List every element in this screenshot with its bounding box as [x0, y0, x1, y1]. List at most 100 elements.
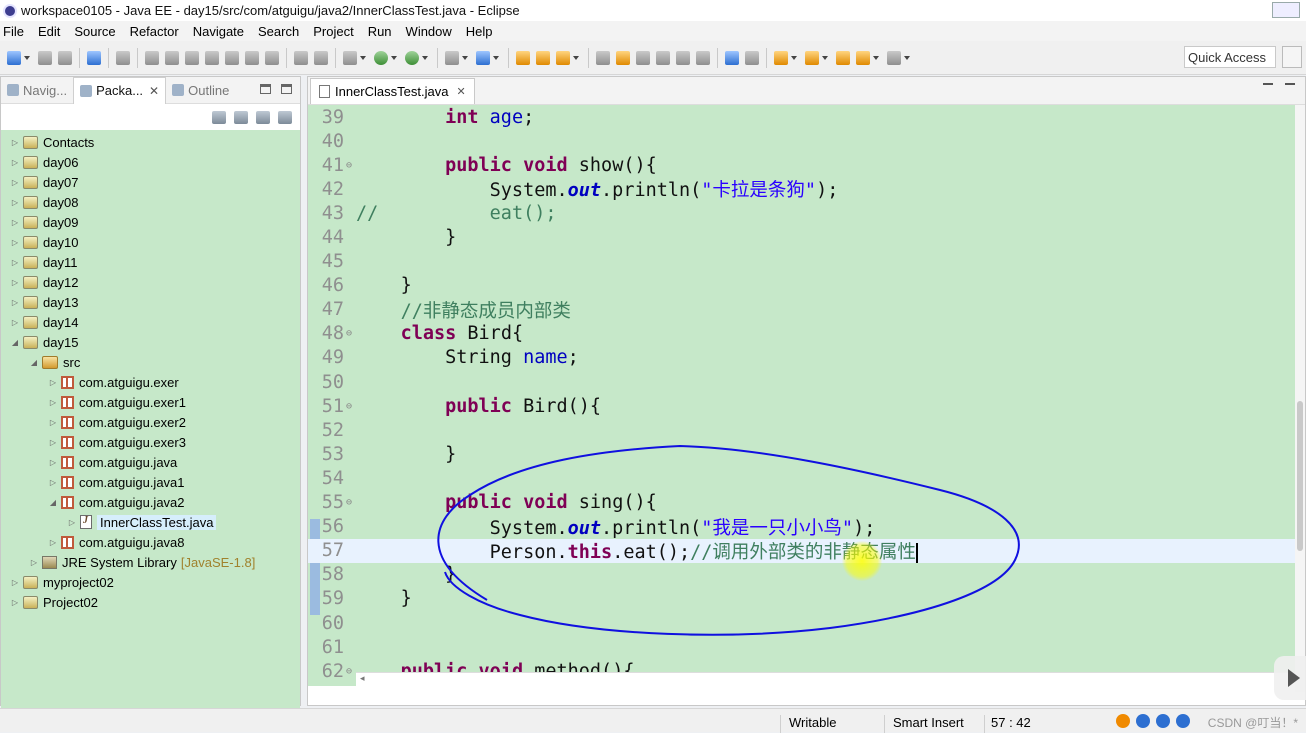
save-icon[interactable]: [38, 50, 52, 65]
expand-icon[interactable]: ▷: [47, 538, 59, 547]
new-dropdown-icon[interactable]: [24, 55, 30, 60]
tree-item-project[interactable]: ▷ day10: [1, 232, 300, 252]
expand-icon[interactable]: ▷: [9, 158, 21, 167]
server-dropdown-icon[interactable]: [462, 55, 468, 60]
back-icon[interactable]: [856, 50, 870, 65]
forward-dropdown-icon[interactable]: [904, 55, 910, 60]
step-over-icon[interactable]: [245, 50, 259, 65]
expand-icon[interactable]: ▷: [9, 238, 21, 247]
scroll-thumb[interactable]: [1297, 401, 1303, 551]
ime-chinese-icon[interactable]: [1136, 714, 1150, 728]
prev-annotation-dropdown-icon[interactable]: [822, 55, 828, 60]
toggle-mark-occurrences-icon[interactable]: [596, 50, 610, 65]
new-class-icon[interactable]: [476, 50, 490, 65]
menu-project[interactable]: Project: [313, 24, 353, 39]
tree-item-package[interactable]: ▷ com.atguigu.java1: [1, 472, 300, 492]
tree-item-project[interactable]: ▷ myproject02: [1, 572, 300, 592]
tree-item-package[interactable]: ▷ com.atguigu.java8: [1, 532, 300, 552]
maximize-icon[interactable]: [1285, 83, 1295, 92]
minimize-icon[interactable]: [1263, 83, 1273, 92]
tree-item-project[interactable]: ▷ day13: [1, 292, 300, 312]
next-annotation-icon[interactable]: [774, 50, 788, 65]
expand-icon[interactable]: ▷: [47, 458, 59, 467]
tree-item-project[interactable]: ▷ day06: [1, 152, 300, 172]
tree-item-src[interactable]: ◢ src: [1, 352, 300, 372]
code-area[interactable]: 39 int age; 40 41 ⊖ public void show(){ 4…: [308, 105, 1305, 686]
prev-annotation-icon[interactable]: [805, 50, 819, 65]
tab-package-explorer[interactable]: Packa... ✕: [73, 76, 167, 104]
menu-run[interactable]: Run: [368, 24, 392, 39]
globe-icon[interactable]: [725, 50, 739, 65]
disconnect-icon[interactable]: [205, 50, 219, 65]
block-selection-icon[interactable]: [656, 50, 670, 65]
terminate-icon[interactable]: [185, 50, 199, 65]
close-icon[interactable]: ✕: [149, 84, 159, 98]
collapse-all-icon[interactable]: [212, 110, 226, 124]
tree-item-package[interactable]: ◢ com.atguigu.java2: [1, 492, 300, 512]
expand-icon[interactable]: ▷: [9, 298, 21, 307]
tab-outline[interactable]: Outline: [166, 77, 235, 104]
menu-source[interactable]: Source: [74, 24, 115, 39]
terminal-icon[interactable]: [87, 50, 101, 65]
tree-item-project-day15[interactable]: ◢ day15: [1, 332, 300, 352]
vertical-scrollbar[interactable]: [1295, 105, 1305, 692]
word-wrap-icon[interactable]: [636, 50, 650, 65]
new-class-dropdown-icon[interactable]: [493, 55, 499, 60]
expand-icon[interactable]: ▷: [9, 578, 21, 587]
expand-icon[interactable]: ▷: [9, 278, 21, 287]
server-icon[interactable]: [445, 50, 459, 65]
debug-dropdown-icon[interactable]: [360, 55, 366, 60]
tree-item-package[interactable]: ▷ com.atguigu.java: [1, 452, 300, 472]
collapse-icon[interactable]: ◢: [28, 358, 40, 367]
tree-item-package[interactable]: ▷ com.atguigu.exer1: [1, 392, 300, 412]
quick-access-input[interactable]: Quick Access: [1184, 46, 1276, 68]
search-icon[interactable]: [556, 50, 570, 65]
tree-item-package[interactable]: ▷ com.atguigu.exer3: [1, 432, 300, 452]
fold-icon[interactable]: ⊖: [346, 666, 356, 677]
status-insert-mode[interactable]: Smart Insert: [893, 715, 964, 730]
step-return-icon[interactable]: [265, 50, 279, 65]
expand-icon[interactable]: ▷: [47, 378, 59, 387]
expand-icon[interactable]: ▷: [47, 398, 59, 407]
ime-logo-icon[interactable]: [1116, 714, 1130, 728]
drop-frame-icon[interactable]: [294, 50, 308, 65]
show-whitespace-icon[interactable]: [676, 50, 690, 65]
link-with-editor-icon[interactable]: [234, 110, 248, 124]
expand-icon[interactable]: ▷: [9, 258, 21, 267]
expand-icon[interactable]: ▷: [47, 438, 59, 447]
forward-icon[interactable]: [887, 50, 901, 65]
fold-icon[interactable]: ⊖: [346, 497, 356, 508]
debug-icon[interactable]: [343, 50, 357, 65]
tree-item-package[interactable]: ▷ com.atguigu.exer: [1, 372, 300, 392]
resume-icon[interactable]: [145, 50, 159, 65]
maximize-icon[interactable]: [281, 84, 292, 94]
tree-item-jre-library[interactable]: ▷ JRE System Library [JavaSE-1.8]: [1, 552, 300, 572]
menu-refactor[interactable]: Refactor: [130, 24, 179, 39]
collapse-icon[interactable]: ◢: [9, 338, 21, 347]
view-menu-icon[interactable]: [278, 110, 292, 124]
expand-icon[interactable]: ▷: [9, 138, 21, 147]
tree-item-project[interactable]: ▷ Contacts: [1, 132, 300, 152]
menu-edit[interactable]: Edit: [38, 24, 60, 39]
toggle-highlight-icon[interactable]: [616, 50, 630, 65]
minimize-icon[interactable]: [260, 84, 271, 94]
external-tools-icon[interactable]: [405, 50, 419, 65]
use-step-filters-icon[interactable]: [314, 50, 328, 65]
menu-search[interactable]: Search: [258, 24, 299, 39]
menu-file[interactable]: File: [3, 24, 24, 39]
run-dropdown-icon[interactable]: [391, 55, 397, 60]
step-into-icon[interactable]: [225, 50, 239, 65]
scroll-left-icon[interactable]: ◂: [360, 673, 365, 684]
save-all-icon[interactable]: [58, 50, 72, 65]
minimize-button[interactable]: [1272, 2, 1300, 18]
tree-item-project[interactable]: ▷ day12: [1, 272, 300, 292]
tree-item-project[interactable]: ▷ day14: [1, 312, 300, 332]
tree-item-project[interactable]: ▷ day07: [1, 172, 300, 192]
search-dropdown-icon[interactable]: [573, 55, 579, 60]
open-perspective-icon[interactable]: [1282, 46, 1302, 68]
expand-icon[interactable]: ▷: [9, 178, 21, 187]
collapse-icon[interactable]: ◢: [47, 498, 59, 507]
expand-icon[interactable]: ▷: [9, 198, 21, 207]
expand-icon[interactable]: ▷: [47, 478, 59, 487]
fold-icon[interactable]: ⊖: [346, 160, 356, 171]
